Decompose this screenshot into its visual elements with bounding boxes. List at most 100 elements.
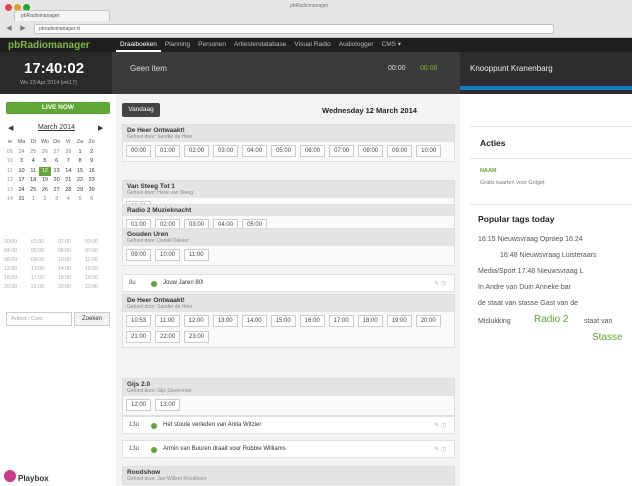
calendar-day[interactable]: 3: [16, 157, 28, 167]
calendar-day[interactable]: 25: [27, 148, 39, 158]
calendar-day[interactable]: 26: [39, 186, 51, 196]
calendar-next-icon[interactable]: ▶: [98, 124, 103, 132]
hour-link[interactable]: 05:00: [31, 247, 58, 256]
rundown-item[interactable]: 13u Het stoute verleden van Anita Witzier…: [122, 416, 455, 434]
calendar-day[interactable]: 12: [39, 166, 51, 176]
calendar-day[interactable]: 8: [74, 157, 86, 167]
hour-link[interactable]: 14:00: [58, 265, 85, 274]
search-button[interactable]: Zoeken: [74, 312, 110, 326]
time-slot-button[interactable]: 05:00: [271, 145, 297, 157]
edit-clock-icon[interactable]: ✎ ◷: [434, 446, 446, 453]
tag-radio-2[interactable]: Radio 2: [534, 314, 568, 325]
close-window-icon[interactable]: [5, 4, 12, 11]
time-slot-button[interactable]: 22:00: [155, 331, 181, 343]
calendar-day[interactable]: 17: [16, 176, 28, 186]
time-slot-button[interactable]: 11:00: [155, 315, 180, 327]
program-header[interactable]: Gijs 2.0 Gehost door: Gijs Staverman: [123, 379, 454, 396]
program-header[interactable]: Van Steeg Tot 1 Gehost door: Henk van Ste…: [123, 181, 454, 198]
time-slot-button[interactable]: 12:00: [183, 315, 209, 327]
calendar-day[interactable]: 26: [39, 148, 51, 158]
calendar-day[interactable]: 31: [16, 195, 28, 205]
calendar-day[interactable]: 23: [86, 176, 98, 186]
time-slot-button[interactable]: 19:00: [386, 315, 412, 327]
calendar-day[interactable]: 1: [27, 195, 39, 205]
calendar-day[interactable]: 29: [74, 186, 86, 196]
calendar-day[interactable]: 6: [51, 157, 63, 167]
menu-item-personen[interactable]: Personen: [194, 38, 230, 52]
time-slot-button[interactable]: 02:00: [184, 145, 210, 157]
calendar-day[interactable]: 20: [51, 176, 63, 186]
time-slot-button[interactable]: 14:00: [241, 315, 267, 327]
forward-icon[interactable]: ▶: [18, 24, 28, 34]
hour-link[interactable]: 13:00: [31, 265, 58, 274]
calendar-day[interactable]: 19: [39, 176, 51, 186]
hour-link[interactable]: 04:00: [4, 247, 31, 256]
calendar-day[interactable]: 3: [51, 195, 63, 205]
hour-link[interactable]: 06:00: [58, 247, 85, 256]
program-header[interactable]: De Heer Ontwaakt! Gehost door: Sander de …: [123, 295, 454, 312]
time-slot-button[interactable]: 15:00: [270, 315, 296, 327]
time-slot-button[interactable]: 20:00: [415, 315, 441, 327]
menu-item-visual-radio[interactable]: Visual Radio: [290, 38, 334, 52]
tag-line[interactable]: staat van: [584, 318, 612, 325]
calendar-day[interactable]: 6: [86, 195, 98, 205]
hour-link[interactable]: 15:00: [85, 265, 112, 274]
calendar-day[interactable]: 27: [51, 148, 63, 158]
tag-line[interactable]: Media/Sport 17:48 Nieuwsvraag L: [478, 268, 583, 275]
time-slot-button[interactable]: 10:53: [126, 315, 152, 327]
program-header[interactable]: Radio 2 Muzieknacht: [123, 205, 454, 216]
hour-link[interactable]: 22:00: [58, 283, 85, 292]
calendar-day[interactable]: 28: [62, 186, 74, 196]
time-slot-button[interactable]: 13:00: [155, 399, 181, 411]
hour-link[interactable]: 01:00: [31, 238, 58, 247]
calendar-month[interactable]: March 2014: [38, 124, 75, 131]
time-slot-button[interactable]: 11:00: [184, 249, 209, 261]
time-slot-button[interactable]: 10:00: [155, 249, 181, 261]
calendar-day[interactable]: 2: [39, 195, 51, 205]
calendar-day[interactable]: 7: [62, 157, 74, 167]
calendar-day[interactable]: 25: [27, 186, 39, 196]
tag-line[interactable]: de staat van stasse Gast van de: [478, 300, 578, 307]
time-slot-button[interactable]: 01:00: [155, 145, 181, 157]
time-slot-button[interactable]: 04:00: [242, 145, 268, 157]
calendar-day[interactable]: 22: [74, 176, 86, 186]
time-slot-button[interactable]: 09:00: [387, 145, 413, 157]
calendar-day[interactable]: 14: [62, 167, 74, 177]
tag-line[interactable]: 16:15 Nieuwsvraag Oproep 16:24: [478, 236, 583, 243]
calendar-day[interactable]: 24: [16, 186, 28, 196]
artist-search-input[interactable]: Artiest / Cast: [6, 312, 72, 326]
tag-line[interactable]: 16:48 Nieuwsvraag Luisteraars: [500, 252, 597, 259]
menu-item-artiestendatabase[interactable]: Artiestendatabase: [230, 38, 290, 52]
calendar-day[interactable]: 28: [62, 148, 74, 158]
hour-link[interactable]: 03:00: [85, 238, 112, 247]
calendar-day[interactable]: 4: [62, 195, 74, 205]
hour-link[interactable]: 21:00: [31, 283, 58, 292]
time-slot-button[interactable]: 08:00: [358, 145, 384, 157]
hour-link[interactable]: 20:00: [4, 283, 31, 292]
calendar-day[interactable]: 30: [86, 186, 98, 196]
hour-link[interactable]: 08:00: [4, 256, 31, 265]
hour-link[interactable]: 23:00: [85, 283, 112, 292]
time-slot-button[interactable]: 13:00: [212, 315, 238, 327]
time-slot-button[interactable]: 03:00: [213, 145, 239, 157]
time-slot-button[interactable]: 09:00: [126, 249, 152, 261]
hour-link[interactable]: 18:00: [58, 274, 85, 283]
time-slot-button[interactable]: 18:00: [357, 315, 383, 327]
menu-item-draaiboeken[interactable]: Draaiboeken: [116, 38, 161, 52]
live-now-button[interactable]: LIVE NOW: [6, 102, 110, 114]
edit-clock-icon[interactable]: ✎ ◷: [434, 280, 446, 287]
program-header[interactable]: Gouden Uren Gehost door: Daniël Dekker: [123, 229, 454, 246]
calendar-day[interactable]: 5: [39, 157, 51, 167]
tag-stasse[interactable]: Stasse: [592, 332, 623, 343]
calendar-day[interactable]: 27: [51, 186, 63, 196]
hour-link[interactable]: 09:00: [31, 256, 58, 265]
calendar-day[interactable]: 13: [51, 167, 63, 177]
calendar-day[interactable]: 10: [16, 167, 28, 177]
back-icon[interactable]: ◀: [4, 24, 14, 34]
time-slot-button[interactable]: 00:00: [126, 145, 152, 157]
browser-tab[interactable]: pbRadiomanager: [14, 10, 110, 21]
menu-item-audiologger[interactable]: Audiologger: [335, 38, 378, 52]
edit-clock-icon[interactable]: ✎ ◷: [434, 422, 446, 429]
time-slot-button[interactable]: 10:00: [416, 145, 442, 157]
url-bar[interactable]: pbradiomanager.nl: [34, 24, 554, 34]
